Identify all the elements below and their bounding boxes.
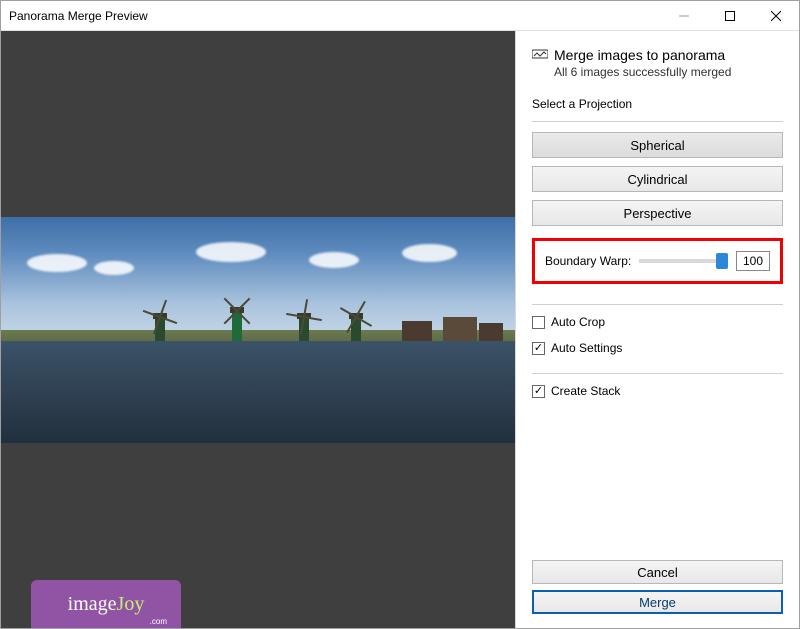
panorama-icon (532, 48, 548, 63)
merge-button[interactable]: Merge (532, 590, 783, 614)
create-stack-checkbox[interactable]: ✓ (532, 385, 545, 398)
window-title: Panorama Merge Preview (9, 9, 661, 23)
maximize-button[interactable] (707, 1, 753, 31)
projection-spherical-button[interactable]: Spherical (532, 132, 783, 158)
projection-perspective-button[interactable]: Perspective (532, 200, 783, 226)
side-panel: Merge images to panorama All 6 images su… (515, 31, 799, 628)
divider (532, 304, 783, 305)
logo-text-image: image (68, 593, 117, 615)
auto-crop-checkbox[interactable] (532, 316, 545, 329)
cancel-button[interactable]: Cancel (532, 560, 783, 584)
divider (532, 121, 783, 122)
boundary-warp-row: Boundary Warp: 100 (532, 238, 783, 284)
auto-settings-checkbox[interactable]: ✓ (532, 342, 545, 355)
boundary-warp-slider[interactable] (639, 259, 728, 263)
boundary-warp-thumb[interactable] (716, 253, 728, 269)
boundary-warp-value[interactable]: 100 (736, 251, 770, 271)
preview-pane: imageJoy .com (1, 31, 515, 628)
close-button[interactable] (753, 1, 799, 31)
minimize-button[interactable] (661, 1, 707, 31)
auto-crop-label: Auto Crop (551, 315, 605, 329)
logo-text-joy: Joy (117, 593, 145, 615)
create-stack-label: Create Stack (551, 384, 620, 398)
projection-label: Select a Projection (532, 97, 783, 111)
panorama-preview-image (1, 217, 515, 443)
divider (532, 373, 783, 374)
logo-subtext: .com (150, 617, 167, 626)
auto-settings-label: Auto Settings (551, 341, 622, 355)
watermark-logo: imageJoy .com (31, 580, 181, 628)
auto-crop-row[interactable]: Auto Crop (532, 315, 783, 329)
panel-heading: Merge images to panorama (554, 47, 725, 63)
panorama-merge-window: Panorama Merge Preview (0, 0, 800, 629)
content: imageJoy .com Merge images to panorama A… (1, 31, 799, 628)
merge-status-text: All 6 images successfully merged (554, 65, 783, 79)
create-stack-row[interactable]: ✓ Create Stack (532, 384, 783, 398)
auto-settings-row[interactable]: ✓ Auto Settings (532, 341, 783, 355)
projection-cylindrical-button[interactable]: Cylindrical (532, 166, 783, 192)
titlebar: Panorama Merge Preview (1, 1, 799, 31)
boundary-warp-label: Boundary Warp: (545, 254, 631, 268)
